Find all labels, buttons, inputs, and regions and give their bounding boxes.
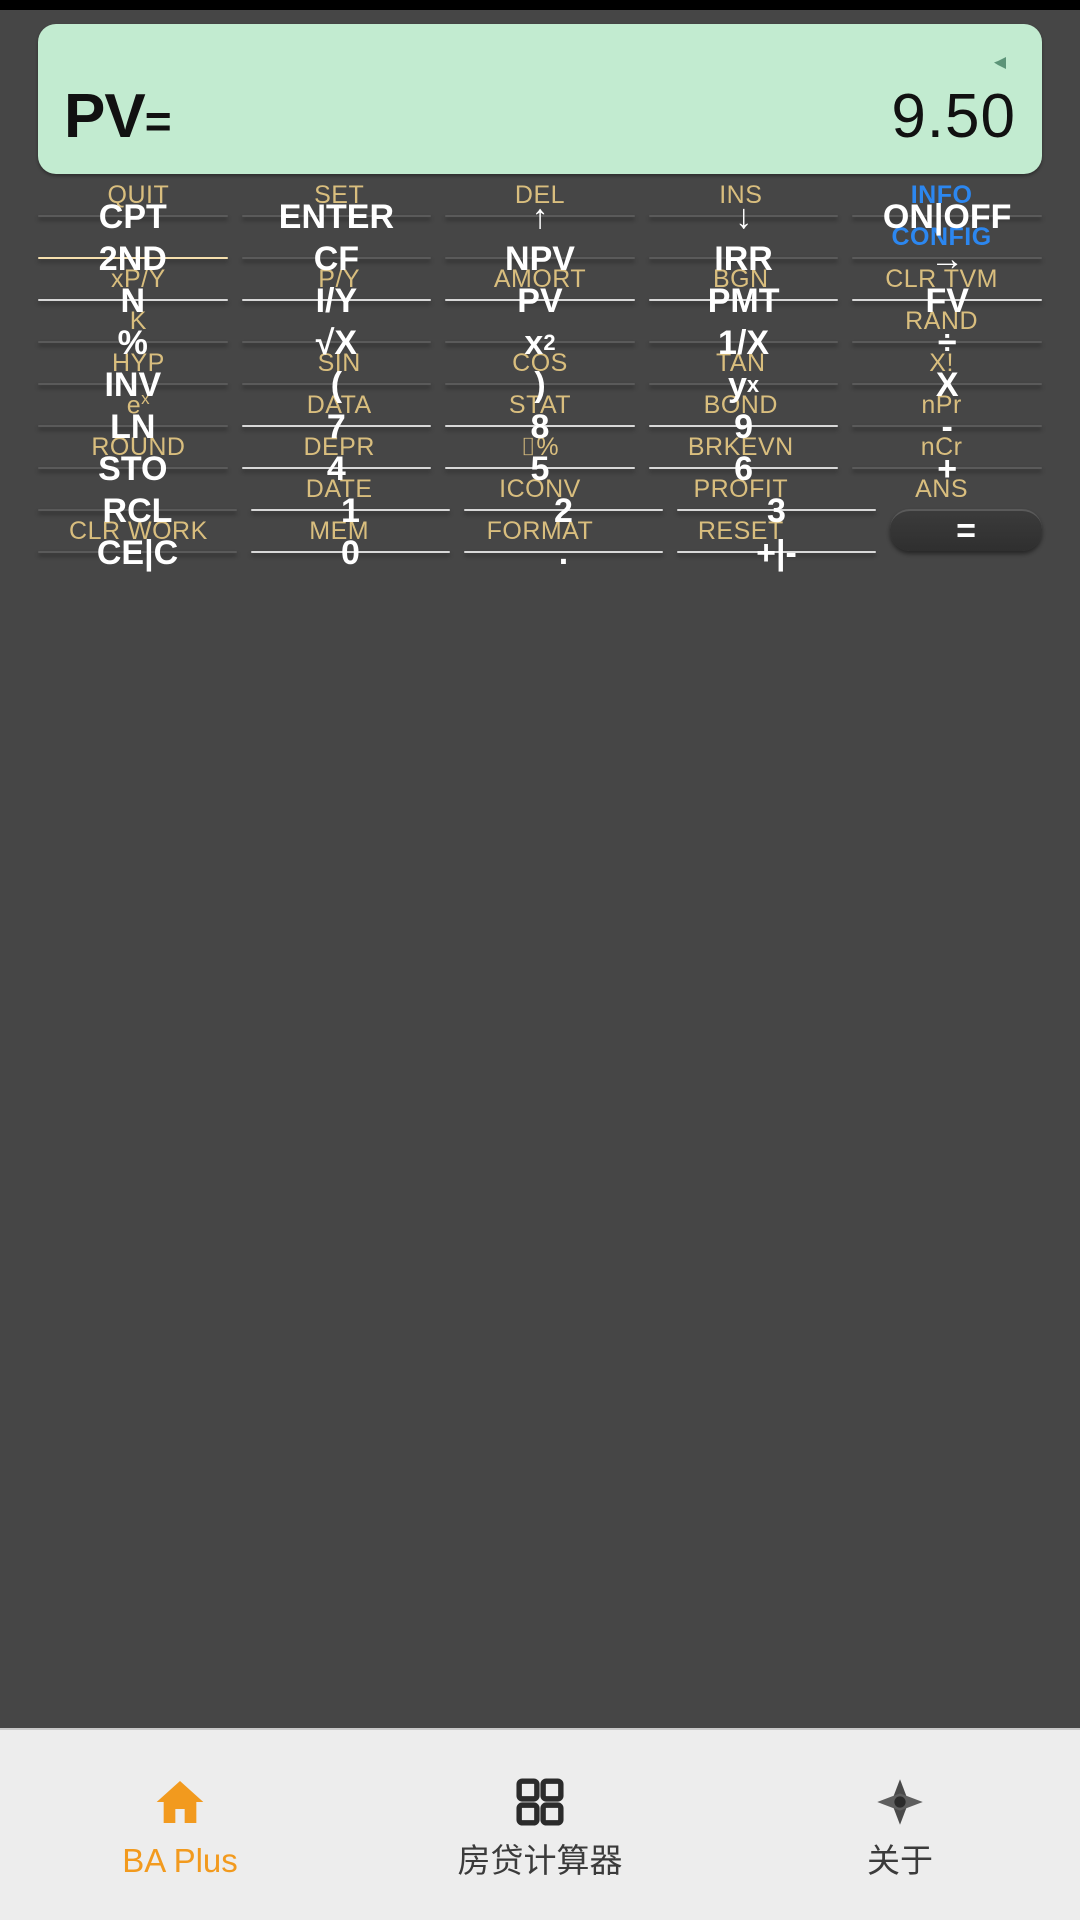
compass-icon — [872, 1774, 928, 1830]
nav-label-mortgage-calculator: 房贷计算器 — [457, 1841, 623, 1879]
calculator-body: PV= 9.50 = QUIT SET DEL INS INFO CPT ENTER ↑ ↓ ON… — [0, 10, 1080, 1728]
key-cpt[interactable]: CPT — [38, 198, 228, 236]
key-npv[interactable]: NPV — [445, 240, 635, 278]
key-pv[interactable]: PV — [445, 282, 635, 320]
key-5[interactable]: 5 — [445, 450, 635, 488]
key-[interactable]: ( — [241, 366, 432, 404]
key-sto[interactable]: STO — [38, 450, 228, 488]
key-1-x[interactable]: 1/X — [648, 324, 839, 362]
key-4[interactable]: 4 — [241, 450, 432, 488]
nav-tab-mortgage-calculator[interactable]: 房贷计算器 — [360, 1774, 720, 1877]
key-rcl[interactable]: RCL — [38, 492, 237, 530]
key-x[interactable]: x2 — [445, 324, 635, 362]
key-on-off[interactable]: ON|OFF — [852, 198, 1042, 236]
grid-icon — [512, 1774, 568, 1830]
key-[interactable]: → — [852, 240, 1042, 278]
key-cf[interactable]: CF — [241, 240, 432, 278]
key-9[interactable]: 9 — [648, 408, 839, 446]
key-0[interactable]: 0 — [251, 534, 450, 572]
display-value: 9.50 — [891, 82, 1016, 151]
key-1[interactable]: 1 — [251, 492, 450, 530]
key-y[interactable]: yx — [648, 366, 839, 404]
home-icon — [152, 1774, 208, 1830]
key-6[interactable]: 6 — [648, 450, 839, 488]
key-fv[interactable]: FV — [852, 282, 1042, 320]
secondary-label: FORMAT — [486, 517, 594, 545]
key-row: LN 7 8 9- — [38, 408, 1042, 446]
nav-label-about: 关于 — [867, 1841, 933, 1879]
status-bar — [0, 0, 1080, 10]
key-row: CPT ENTER ↑ ↓ ON|OFF — [38, 198, 1042, 236]
key-2nd[interactable]: 2ND — [38, 240, 228, 278]
key-row: % √X x 2 1/X ÷ — [38, 324, 1042, 362]
key-8[interactable]: 8 — [445, 408, 635, 446]
key-enter[interactable]: ENTER — [241, 198, 432, 236]
keypad: = QUIT SET DEL INS INFO CPT ENTER ↑ ↓ ON|OFF CONFI… — [38, 174, 1042, 1728]
key-x[interactable]: √X — [241, 324, 432, 362]
key-row: STO 4 5 6 + — [38, 450, 1042, 488]
lcd-display[interactable]: PV= 9.50 — [38, 24, 1042, 174]
key-equals[interactable]: = — [890, 509, 1042, 551]
key-[interactable]: ↑ — [445, 198, 635, 236]
key-n[interactable]: N — [38, 282, 228, 320]
key-pmt[interactable]: PMT — [648, 282, 839, 320]
key-[interactable]: +|- — [677, 534, 876, 572]
calculator-app: PV= 9.50 = QUIT SET DEL INS INFO CPT ENTER ↑ ↓ ON… — [0, 0, 1080, 1920]
display-register-label: PV= — [64, 82, 172, 151]
key-3[interactable]: 3 — [677, 492, 876, 530]
key-superscript: 2 — [543, 330, 556, 355]
keypad-row: QUIT SET DEL INS INFO CPT ENTER ↑ ↓ ON|OFF — [38, 178, 1042, 236]
key-[interactable]: + — [852, 450, 1042, 488]
nav-tab-about[interactable]: 关于 — [720, 1774, 1080, 1877]
key-[interactable]: % — [38, 324, 228, 362]
nav-label-ba-plus: BA Plus — [122, 1841, 238, 1879]
bottom-navigation-bar: BA Plus 房贷计算器 关于 — [0, 1728, 1080, 1920]
key-7[interactable]: 7 — [241, 408, 432, 446]
key-row: N I/Y PV PMT FV — [38, 282, 1042, 320]
key-[interactable]: - — [852, 408, 1042, 446]
key-x[interactable]: X — [852, 366, 1042, 404]
key-[interactable]: ↓ — [648, 198, 839, 236]
key-i-y[interactable]: I/Y — [241, 282, 432, 320]
nav-tab-ba-plus[interactable]: BA Plus — [0, 1774, 360, 1877]
key-superscript: x — [746, 372, 760, 397]
key-ln[interactable]: LN — [38, 408, 228, 446]
secondary-label: MEM — [309, 517, 370, 545]
secondary-label: RESET — [697, 517, 784, 545]
key-row: INV () y x X — [38, 366, 1042, 404]
speaker-left-triangle-icon — [992, 54, 1014, 72]
key-2[interactable]: 2 — [464, 492, 663, 530]
key-ce-c[interactable]: CE|C — [38, 534, 237, 572]
key-inv[interactable]: INV — [38, 366, 228, 404]
key-irr[interactable]: IRR — [648, 240, 839, 278]
equals-key-column: = — [890, 509, 1042, 551]
key-[interactable]: ÷ — [852, 324, 1042, 362]
key-[interactable]: ) — [445, 366, 635, 404]
key-row: 2ND CF NPV IRR → — [38, 240, 1042, 278]
key-[interactable]: . — [464, 534, 663, 572]
